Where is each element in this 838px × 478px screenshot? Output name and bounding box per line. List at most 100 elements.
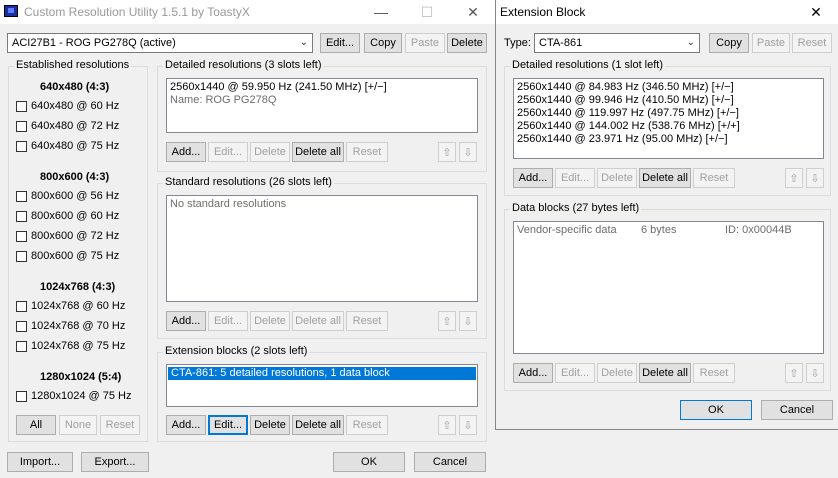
- checkbox-1024x768-70[interactable]: 1024x768 @ 70 Hz: [16, 320, 125, 332]
- list-item[interactable]: 2560x1440 @ 59.950 Hz (241.50 MHz) [+/−]: [167, 81, 477, 94]
- move-up-icon[interactable]: ⇧: [785, 363, 803, 383]
- list-item[interactable]: 2560x1440 @ 23.971 Hz (95.00 MHz) [+/−]: [514, 133, 823, 146]
- list-item[interactable]: 2560x1440 @ 99.946 Hz (410.50 MHz) [+/−]: [514, 94, 823, 107]
- checkbox-box[interactable]: [16, 390, 27, 402]
- checkbox-box[interactable]: [16, 120, 27, 132]
- detailed-edit-button[interactable]: Edit...: [208, 142, 248, 162]
- checkbox-label: 800x600 @ 60 Hz: [31, 210, 120, 222]
- extension-edit-button[interactable]: Edit...: [208, 415, 248, 435]
- checkbox-box[interactable]: [16, 250, 27, 262]
- list-item[interactable]: 2560x1440 @ 144.002 Hz (538.76 MHz) [+/+…: [514, 120, 823, 133]
- ext-copy-button[interactable]: Copy: [709, 33, 749, 53]
- ext-detailed-delete-all-button[interactable]: Delete all: [639, 168, 691, 188]
- list-item-name: Name: ROG PG278Q: [170, 94, 277, 106]
- data-add-button[interactable]: Add...: [513, 363, 553, 383]
- copy-button[interactable]: Copy: [364, 33, 402, 53]
- ext-detailed-resolutions-list[interactable]: 2560x1440 @ 84.983 Hz (346.50 MHz) [+/−]…: [513, 78, 824, 159]
- checkbox-800x600-72[interactable]: 800x600 @ 72 Hz: [16, 230, 119, 242]
- ext-detailed-add-button[interactable]: Add...: [513, 168, 553, 188]
- move-up-icon[interactable]: ⇧: [438, 311, 456, 331]
- checkbox-800x600-60[interactable]: 800x600 @ 60 Hz: [16, 210, 119, 222]
- checkbox-800x600-75[interactable]: 800x600 @ 75 Hz: [16, 250, 119, 262]
- reset-established-button[interactable]: Reset: [100, 415, 140, 435]
- ext-detailed-edit-button[interactable]: Edit...: [555, 168, 595, 188]
- list-item[interactable]: 2560x1440 @ 119.997 Hz (497.75 MHz) [+/−…: [514, 107, 823, 120]
- ext-reset-button[interactable]: Reset: [792, 33, 832, 53]
- data-reset-button[interactable]: Reset: [693, 363, 735, 383]
- move-up-icon[interactable]: ⇧: [438, 415, 456, 435]
- checkbox-640x480-72[interactable]: 640x480 @ 72 Hz: [16, 120, 119, 132]
- close-icon[interactable]: ✕: [793, 0, 838, 24]
- data-block-size: 6 bytes: [641, 224, 677, 236]
- all-button[interactable]: All: [16, 415, 56, 435]
- standard-delete-all-button[interactable]: Delete all: [292, 311, 344, 331]
- checkbox-box[interactable]: [16, 340, 27, 352]
- ext-cancel-button[interactable]: Cancel: [761, 400, 833, 420]
- delete-monitor-button[interactable]: Delete: [447, 33, 487, 53]
- checkbox-label: 640x480 @ 72 Hz: [31, 120, 120, 132]
- checkbox-label: 1024x768 @ 60 Hz: [31, 300, 126, 312]
- extension-delete-all-button[interactable]: Delete all: [292, 415, 344, 435]
- checkbox-box[interactable]: [16, 190, 27, 202]
- detailed-delete-button[interactable]: Delete: [250, 142, 290, 162]
- monitor-select[interactable]: ACI27B1 - ROG PG278Q (active) ⌄: [7, 33, 313, 53]
- close-icon[interactable]: ✕: [450, 0, 496, 24]
- checkbox-800x600-56[interactable]: 800x600 @ 56 Hz: [16, 190, 119, 202]
- move-down-icon[interactable]: ⇩: [806, 168, 824, 188]
- move-down-icon[interactable]: ⇩: [459, 311, 477, 331]
- paste-button[interactable]: Paste: [405, 33, 445, 53]
- standard-reset-button[interactable]: Reset: [346, 311, 388, 331]
- data-blocks-list[interactable]: Vendor-specific data 6 bytes ID: 0x00044…: [513, 221, 824, 354]
- list-item[interactable]: 2560x1440 @ 84.983 Hz (346.50 MHz) [+/−]: [514, 81, 823, 94]
- checkbox-box[interactable]: [16, 230, 27, 242]
- move-down-icon[interactable]: ⇩: [459, 142, 477, 162]
- list-item-selected[interactable]: CTA-861: 5 detailed resolutions, 1 data …: [168, 367, 476, 380]
- extension-add-button[interactable]: Add...: [166, 415, 206, 435]
- checkbox-box[interactable]: [16, 300, 27, 312]
- export-button[interactable]: Export...: [81, 452, 149, 472]
- type-select[interactable]: CTA-861 ⌄: [534, 33, 700, 53]
- move-down-icon[interactable]: ⇩: [806, 363, 824, 383]
- detailed-resolutions-list[interactable]: 2560x1440 @ 59.950 Hz (241.50 MHz) [+/−]…: [166, 78, 478, 133]
- established-resolutions-label: Established resolutions: [14, 59, 132, 71]
- data-edit-button[interactable]: Edit...: [555, 363, 595, 383]
- move-down-icon[interactable]: ⇩: [459, 415, 477, 435]
- checkbox-640x480-60[interactable]: 640x480 @ 60 Hz: [16, 100, 119, 112]
- cancel-button[interactable]: Cancel: [414, 452, 486, 472]
- data-block-name: Vendor-specific data: [517, 224, 617, 236]
- data-delete-all-button[interactable]: Delete all: [639, 363, 691, 383]
- extension-delete-button[interactable]: Delete: [250, 415, 290, 435]
- checkbox-1024x768-75[interactable]: 1024x768 @ 75 Hz: [16, 340, 125, 352]
- detailed-reset-button[interactable]: Reset: [346, 142, 388, 162]
- standard-edit-button[interactable]: Edit...: [208, 311, 248, 331]
- checkbox-label: 800x600 @ 56 Hz: [31, 190, 120, 202]
- edit-monitor-button[interactable]: Edit...: [320, 33, 360, 53]
- checkbox-box[interactable]: [16, 100, 27, 112]
- detailed-add-button[interactable]: Add...: [166, 142, 206, 162]
- standard-add-button[interactable]: Add...: [166, 311, 206, 331]
- ext-paste-button[interactable]: Paste: [752, 33, 790, 53]
- checkbox-box[interactable]: [16, 320, 27, 332]
- ext-detailed-reset-button[interactable]: Reset: [693, 168, 735, 188]
- ok-button[interactable]: OK: [333, 452, 405, 472]
- standard-resolutions-list[interactable]: No standard resolutions: [166, 195, 478, 302]
- data-delete-button[interactable]: Delete: [597, 363, 637, 383]
- none-button[interactable]: None: [59, 415, 97, 435]
- ext-ok-button[interactable]: OK: [680, 400, 752, 420]
- move-up-icon[interactable]: ⇧: [438, 142, 456, 162]
- detailed-delete-all-button[interactable]: Delete all: [292, 142, 344, 162]
- checkbox-640x480-75[interactable]: 640x480 @ 75 Hz: [16, 140, 119, 152]
- standard-delete-button[interactable]: Delete: [250, 311, 290, 331]
- ext-detailed-delete-button[interactable]: Delete: [597, 168, 637, 188]
- checkbox-box[interactable]: [16, 210, 27, 222]
- minimize-icon[interactable]: —: [358, 0, 404, 24]
- checkbox-box[interactable]: [16, 140, 27, 152]
- checkbox-1280x1024-75[interactable]: 1280x1024 @ 75 Hz: [16, 390, 131, 402]
- checkbox-1024x768-60[interactable]: 1024x768 @ 60 Hz: [16, 300, 125, 312]
- extension-blocks-list[interactable]: CTA-861: 5 detailed resolutions, 1 data …: [166, 364, 478, 407]
- move-up-icon[interactable]: ⇧: [785, 168, 803, 188]
- import-button[interactable]: Import...: [7, 452, 73, 472]
- list-item[interactable]: Vendor-specific data 6 bytes ID: 0x00044…: [514, 224, 823, 237]
- maximize-icon[interactable]: ☐: [404, 0, 450, 24]
- extension-reset-button[interactable]: Reset: [346, 415, 388, 435]
